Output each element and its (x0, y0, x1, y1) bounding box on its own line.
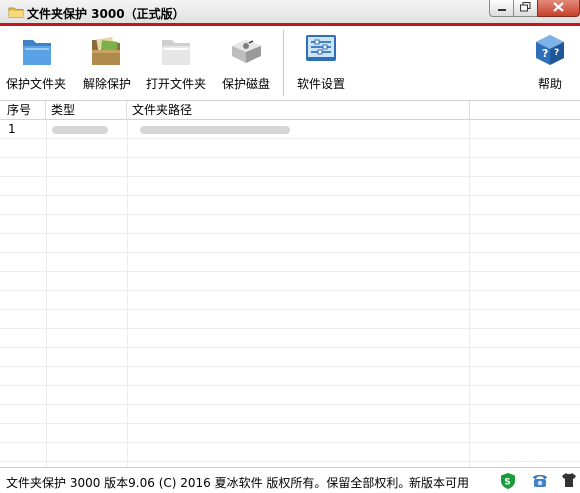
row-divider (0, 195, 580, 196)
row-divider (0, 290, 580, 291)
folder-unprotect-icon (89, 32, 125, 71)
table-header: 序号 类型 文件夹路径 (0, 101, 580, 120)
status-bar: 文件夹保护 3000 版本9.06 (C) 2016 夏冰软件 版权所有。保留全… (0, 467, 580, 493)
help-label: 帮助 (537, 77, 562, 91)
column-divider (46, 120, 47, 467)
security-shield-icon[interactable]: S (500, 472, 516, 493)
row-divider (0, 442, 580, 443)
help-button[interactable]: ? ? 帮助 (528, 26, 572, 100)
protect-folder-label: 保护文件夹 (5, 77, 66, 91)
open-folder-button[interactable]: 打开文件夹 (143, 26, 209, 100)
close-button[interactable] (537, 0, 580, 17)
row-divider (0, 157, 580, 158)
row-divider (0, 271, 580, 272)
unprotect-button[interactable]: 解除保护 (78, 26, 136, 100)
row-divider (0, 461, 580, 462)
folder-protect-icon (20, 32, 54, 71)
folder-app-icon (8, 5, 24, 22)
restore-icon (520, 1, 531, 15)
row-divider (0, 385, 580, 386)
row-divider (0, 309, 580, 310)
row-divider (0, 404, 580, 405)
row-divider (0, 366, 580, 367)
table-body: 1 (0, 120, 580, 467)
column-divider (127, 120, 128, 467)
protect-folder-button[interactable]: 保护文件夹 (0, 26, 72, 100)
close-icon (553, 1, 564, 15)
row-divider (0, 176, 580, 177)
minimize-icon (497, 1, 507, 15)
row-index: 1 (8, 122, 16, 136)
title-bar: 文件夹保护 3000（正式版） (0, 0, 580, 26)
svg-text:?: ? (542, 47, 548, 60)
row-type-redacted (52, 126, 108, 134)
open-folder-label: 打开文件夹 (145, 77, 206, 91)
row-divider (0, 347, 580, 348)
column-header-path[interactable]: 文件夹路径 (127, 101, 470, 120)
phone-support-icon[interactable] (531, 472, 549, 491)
disk-protect-icon (228, 36, 264, 69)
row-divider (0, 138, 580, 139)
folder-open-icon (159, 32, 193, 71)
settings-label: 软件设置 (296, 77, 345, 91)
row-divider (0, 328, 580, 329)
table-row[interactable]: 1 (0, 120, 580, 138)
protect-disk-button[interactable]: 保护磁盘 (218, 26, 274, 100)
column-divider (469, 120, 470, 467)
row-path-redacted (140, 126, 290, 134)
update-available-link[interactable]: 新版本可用 (409, 474, 469, 491)
window-title: 文件夹保护 3000（正式版） (27, 7, 185, 21)
settings-panel-icon (304, 32, 338, 69)
row-divider (0, 423, 580, 424)
settings-button[interactable]: 软件设置 (292, 26, 350, 100)
restore-button[interactable] (513, 0, 538, 17)
skin-shirt-icon[interactable] (561, 472, 577, 491)
column-header-index[interactable]: 序号 (0, 101, 46, 120)
column-header-type[interactable]: 类型 (46, 101, 127, 120)
unprotect-label: 解除保护 (82, 77, 131, 91)
row-divider (0, 214, 580, 215)
svg-text:S: S (504, 478, 510, 488)
row-divider (0, 233, 580, 234)
toolbar-separator (283, 30, 284, 96)
copyright-text: 文件夹保护 3000 版本9.06 (C) 2016 夏冰软件 版权所有。保留全… (6, 476, 411, 490)
row-divider (0, 252, 580, 253)
protect-disk-label: 保护磁盘 (221, 77, 270, 91)
help-cube-icon: ? ? (532, 32, 568, 71)
svg-text:?: ? (554, 48, 559, 58)
toolbar: 保护文件夹 解除保护 打开文件夹 保护磁盘 软件设置 ? ? 帮助 (0, 26, 580, 101)
minimize-button[interactable] (489, 0, 514, 17)
protected-folder-table[interactable]: 序号 类型 文件夹路径 1 (0, 101, 580, 467)
